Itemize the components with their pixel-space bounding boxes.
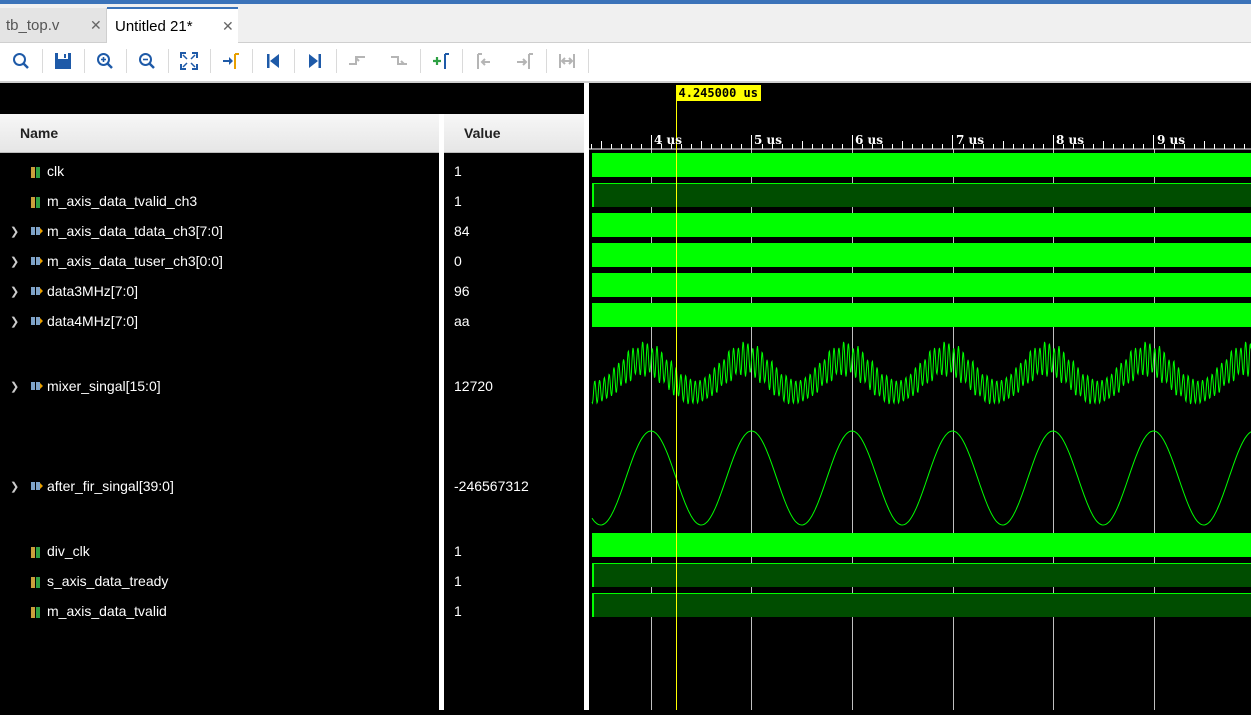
close-icon[interactable]: ✕ bbox=[90, 17, 102, 34]
tab-untitled-21[interactable]: Untitled 21* ✕ bbox=[107, 7, 238, 44]
signal-name: after_fir_singal[39:0] bbox=[47, 478, 174, 494]
previous-transition-icon[interactable] bbox=[343, 47, 371, 75]
next-marker-icon[interactable] bbox=[511, 47, 539, 75]
waveform-toolbar bbox=[0, 43, 1251, 83]
signal-value: 1 bbox=[454, 163, 462, 179]
value-column-header[interactable]: Value bbox=[444, 114, 584, 153]
single-bit-icon bbox=[30, 194, 42, 215]
signal-value: 0 bbox=[454, 253, 462, 269]
signal-name: m_axis_data_tuser_ch3[0:0] bbox=[47, 253, 223, 269]
tab-label: tb_top.v bbox=[6, 16, 60, 34]
name-column-header[interactable]: Name bbox=[0, 114, 439, 153]
close-icon[interactable]: ✕ bbox=[222, 18, 234, 35]
signal-name: m_axis_data_tvalid_ch3 bbox=[47, 193, 198, 209]
ruler-tick-label: 9 us bbox=[1157, 133, 1186, 147]
signal-value: -246567312 bbox=[454, 478, 529, 494]
signal-value: 1 bbox=[454, 603, 462, 619]
waveform-bus-bar bbox=[592, 533, 1251, 557]
tab-label: Untitled 21* bbox=[115, 18, 193, 35]
expand-chevron-icon[interactable]: ❯ bbox=[10, 315, 19, 328]
waveform-analog-fir bbox=[591, 430, 1251, 526]
ruler-tick-label: 8 us bbox=[1056, 133, 1085, 147]
go-to-time-zero-icon[interactable] bbox=[259, 47, 287, 75]
signal-row[interactable]: ❯ m_axis_data_tdata_ch3[7:0] 84 bbox=[0, 223, 584, 243]
expand-chevron-icon[interactable]: ❯ bbox=[10, 480, 19, 493]
signal-value: 12720 bbox=[454, 378, 493, 394]
signal-row[interactable]: m_axis_data_tvalid_ch3 1 bbox=[0, 193, 584, 213]
go-to-cursor-icon[interactable] bbox=[217, 47, 245, 75]
search-icon[interactable] bbox=[7, 47, 35, 75]
bus-icon bbox=[30, 284, 44, 303]
waveform-high-level bbox=[592, 563, 1251, 587]
signal-value: 84 bbox=[454, 223, 470, 239]
signal-value: 96 bbox=[454, 283, 470, 299]
ruler-tick-label: 7 us bbox=[956, 133, 985, 147]
waveform-bus-bar bbox=[592, 153, 1251, 177]
signal-row[interactable]: s_axis_data_tready 1 bbox=[0, 573, 584, 593]
signal-row[interactable]: ❯ data4MHz[7:0] aa bbox=[0, 313, 584, 333]
waveform-bus-bar bbox=[592, 273, 1251, 297]
expand-chevron-icon[interactable]: ❯ bbox=[10, 255, 19, 268]
bus-icon bbox=[30, 224, 44, 243]
waveform-bus-bar bbox=[592, 213, 1251, 237]
name-header-label: Name bbox=[20, 125, 59, 141]
signal-row[interactable]: div_clk 1 bbox=[0, 543, 584, 563]
bus-icon bbox=[30, 254, 44, 273]
cursor-time-label: 4.245000 us bbox=[675, 85, 761, 101]
expand-chevron-icon[interactable]: ❯ bbox=[10, 380, 19, 393]
next-transition-icon[interactable] bbox=[385, 47, 413, 75]
bus-icon bbox=[30, 379, 44, 398]
signal-row[interactable]: ❯ after_fir_singal[39:0] -246567312 bbox=[0, 478, 584, 498]
signal-name: m_axis_data_tvalid bbox=[47, 603, 167, 619]
bus-icon bbox=[30, 479, 44, 498]
signal-name: m_axis_data_tdata_ch3[7:0] bbox=[47, 223, 223, 239]
signal-row[interactable]: clk 1 bbox=[0, 163, 584, 183]
zoom-in-icon[interactable] bbox=[91, 47, 119, 75]
signal-value: 1 bbox=[454, 543, 462, 559]
previous-marker-icon[interactable] bbox=[469, 47, 497, 75]
tab-tb-top[interactable]: tb_top.v ✕ bbox=[0, 8, 107, 42]
single-bit-icon bbox=[30, 574, 42, 595]
zoom-out-icon[interactable] bbox=[133, 47, 161, 75]
waveform-high-level bbox=[592, 593, 1251, 617]
waveform-canvas[interactable] bbox=[589, 83, 1251, 710]
add-marker-icon[interactable] bbox=[427, 47, 455, 75]
single-bit-icon bbox=[30, 544, 42, 565]
signal-name: data4MHz[7:0] bbox=[47, 313, 139, 329]
signal-value: aa bbox=[454, 313, 470, 329]
value-header-label: Value bbox=[464, 125, 501, 141]
ruler-tick-label: 5 us bbox=[754, 133, 783, 147]
save-icon[interactable] bbox=[49, 47, 77, 75]
signal-name: s_axis_data_tready bbox=[47, 573, 169, 589]
expand-chevron-icon[interactable]: ❯ bbox=[10, 225, 19, 238]
signal-value: 1 bbox=[454, 193, 462, 209]
waveform-bus-bar bbox=[592, 243, 1251, 267]
signal-name: div_clk bbox=[47, 543, 90, 559]
signal-name: mixer_singal[15:0] bbox=[47, 378, 161, 394]
waveform-pane[interactable]: 4.245000 us 4 us 5 us 6 us 7 us 8 us 9 us bbox=[589, 83, 1251, 710]
zoom-fit-icon[interactable] bbox=[175, 47, 203, 75]
signal-row[interactable]: m_axis_data_tvalid 1 bbox=[0, 603, 584, 623]
single-bit-icon bbox=[30, 164, 42, 185]
waveform-analog-mixer bbox=[591, 341, 1251, 405]
signal-row[interactable]: ❯ data3MHz[7:0] 96 bbox=[0, 283, 584, 303]
signal-list-pane: Name Value clk 1 m_axis_data_tvalid_ch3 1 ❯ m… bbox=[0, 83, 584, 710]
signal-row[interactable]: ❯ mixer_singal[15:0] 12720 bbox=[0, 378, 584, 398]
signal-value: 1 bbox=[454, 573, 462, 589]
signal-name: clk bbox=[47, 163, 65, 179]
signal-name: data3MHz[7:0] bbox=[47, 283, 139, 299]
ruler-tick-label: 6 us bbox=[855, 133, 884, 147]
swap-cursors-icon[interactable] bbox=[553, 47, 581, 75]
tab-bar: tb_top.v ✕ Untitled 21* ✕ bbox=[0, 4, 1251, 44]
waveform-high-level bbox=[592, 183, 1251, 207]
ruler-tick-label: 4 us bbox=[654, 133, 683, 147]
go-to-last-time-icon[interactable] bbox=[301, 47, 329, 75]
waveform-bus-bar bbox=[592, 303, 1251, 327]
single-bit-icon bbox=[30, 604, 42, 625]
bus-icon bbox=[30, 314, 44, 333]
signal-row[interactable]: ❯ m_axis_data_tuser_ch3[0:0] 0 bbox=[0, 253, 584, 273]
expand-chevron-icon[interactable]: ❯ bbox=[10, 285, 19, 298]
